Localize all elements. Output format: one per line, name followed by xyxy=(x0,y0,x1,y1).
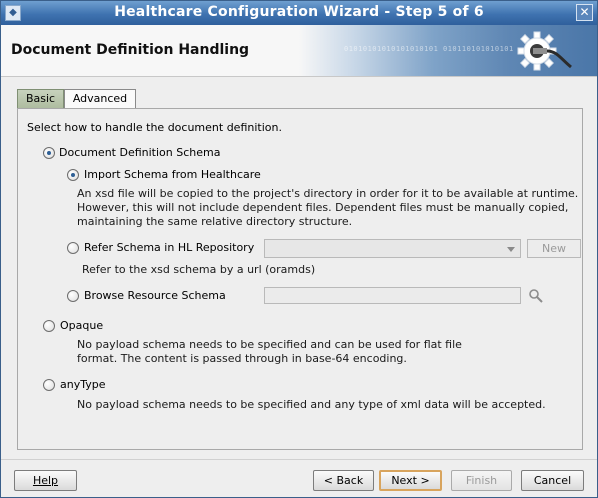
import-schema-label[interactable]: Import Schema from Healthcare xyxy=(84,168,261,181)
opaque-label[interactable]: Opaque xyxy=(60,319,103,332)
chevron-down-icon[interactable] xyxy=(507,247,515,252)
back-button[interactable]: < Back xyxy=(313,470,374,491)
tab-advanced[interactable]: Advanced xyxy=(64,89,136,109)
gear-plug-icon xyxy=(517,31,572,71)
refer-schema-radio[interactable] xyxy=(67,242,79,254)
doc-def-schema-radio[interactable] xyxy=(43,147,55,159)
anytype-desc: No payload schema needs to be specified … xyxy=(77,398,546,411)
import-schema-radio[interactable] xyxy=(67,169,79,181)
refer-schema-label[interactable]: Refer Schema in HL Repository xyxy=(84,241,254,254)
new-button[interactable]: New xyxy=(527,239,581,258)
import-schema-desc-line: However, this will not include dependent… xyxy=(77,201,569,214)
next-button[interactable]: Next > xyxy=(379,470,442,491)
opaque-desc-line: No payload schema needs to be specified … xyxy=(77,338,462,351)
help-button[interactable]: Help xyxy=(14,470,77,491)
browse-schema-label[interactable]: Browse Resource Schema xyxy=(84,289,226,302)
footer-divider xyxy=(1,459,597,460)
import-schema-desc-line: maintaining the same relative directory … xyxy=(77,215,353,228)
refer-schema-desc: Refer to the xsd schema by a url (oramds… xyxy=(82,263,316,276)
repository-schema-combo[interactable] xyxy=(264,239,521,258)
tab-panel-advanced: Select how to handle the document defini… xyxy=(17,108,583,450)
browse-schema-input[interactable] xyxy=(264,287,521,304)
anytype-label[interactable]: anyType xyxy=(60,378,106,391)
close-icon[interactable]: ✕ xyxy=(576,4,593,21)
tab-basic[interactable]: Basic xyxy=(17,89,64,108)
anytype-radio[interactable] xyxy=(43,379,55,391)
opaque-radio[interactable] xyxy=(43,320,55,332)
browse-schema-radio[interactable] xyxy=(67,290,79,302)
header-banner: 01010101010101010101 010110101010101 xyxy=(299,25,597,76)
doc-def-schema-label[interactable]: Document Definition Schema xyxy=(59,146,220,159)
wizard-header: Document Definition Handling 01010101010… xyxy=(1,25,597,77)
window-title: Healthcare Configuration Wizard - Step 5… xyxy=(114,4,484,20)
instruction-text: Select how to handle the document defini… xyxy=(27,121,282,134)
title-bar: ◆ Healthcare Configuration Wizard - Step… xyxy=(1,1,597,25)
opaque-desc-line: format. The content is passed through in… xyxy=(77,352,407,365)
page-title: Document Definition Handling xyxy=(11,42,250,58)
finish-button[interactable]: Finish xyxy=(451,470,512,491)
help-button-label: Help xyxy=(32,474,59,487)
cancel-button[interactable]: Cancel xyxy=(521,470,584,491)
wizard-window: ◆ Healthcare Configuration Wizard - Step… xyxy=(0,0,598,498)
search-icon[interactable] xyxy=(528,288,544,304)
banner-binary-text: 01010101010101010101 010110101010101 xyxy=(344,45,514,53)
import-schema-desc-line: An xsd file will be copied to the projec… xyxy=(77,187,579,200)
